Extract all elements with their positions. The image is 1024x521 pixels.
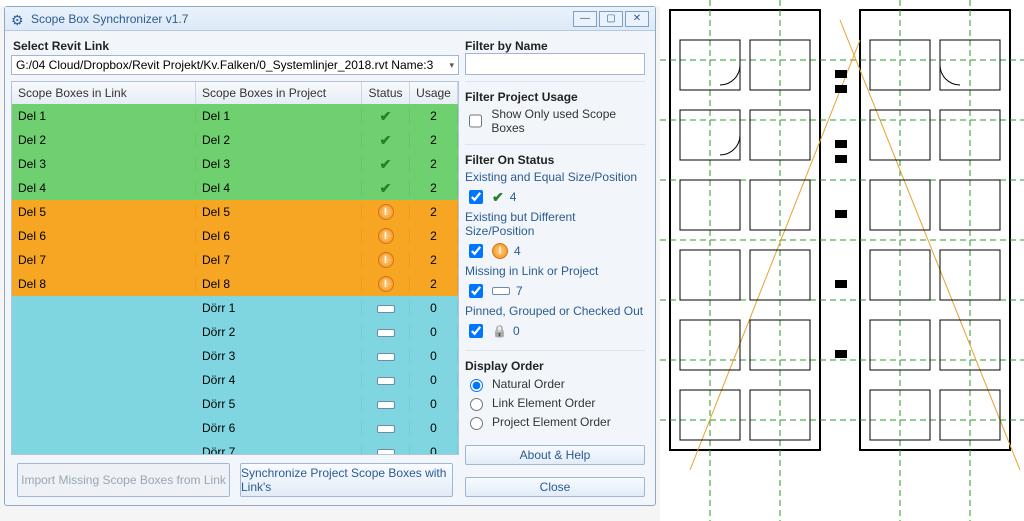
table-row[interactable]: Del 1Del 12 (12, 104, 458, 128)
display-order-label: Display Order (465, 359, 645, 373)
table-row[interactable]: Dörr 40 (12, 368, 458, 392)
missing-icon (492, 287, 510, 295)
existing-diff-label: Existing but Different Size/Position (465, 210, 645, 238)
table-row[interactable]: Del 5Del 52 (12, 200, 458, 224)
about-help-button[interactable]: About & Help (465, 445, 645, 465)
existing-equal-count: 4 (510, 190, 517, 204)
pinned-checkbox[interactable] (469, 324, 483, 338)
maximize-button[interactable]: ▢ (599, 11, 623, 27)
display-order-label-text: Natural Order (492, 377, 565, 391)
display-order-label-text: Project Element Order (492, 415, 611, 429)
table-row[interactable]: Dörr 60 (12, 416, 458, 440)
chevron-down-icon: ▾ (449, 60, 454, 71)
synchronize-button[interactable]: Synchronize Project Scope Boxes with Lin… (240, 463, 453, 497)
table-row[interactable]: Dörr 30 (12, 344, 458, 368)
table-row[interactable]: Dörr 50 (12, 392, 458, 416)
display-order-option[interactable]: Link Element Order (465, 395, 645, 411)
warn-icon (492, 243, 508, 259)
missing-icon (377, 353, 395, 361)
missing-icon (377, 329, 395, 337)
filter-on-status-label: Filter On Status (465, 153, 645, 167)
existing-diff-count: 4 (514, 244, 521, 258)
warn-icon (378, 276, 394, 292)
title-bar[interactable]: ⚙ Scope Box Synchronizer v1.7 — ▢ ✕ (5, 7, 655, 31)
close-window-button[interactable]: ✕ (625, 11, 649, 27)
display-order-label-text: Link Element Order (492, 396, 595, 410)
gear-icon: ⚙ (11, 12, 25, 26)
check-icon (492, 189, 504, 206)
minimize-button[interactable]: — (573, 11, 597, 27)
pinned-count: 0 (513, 324, 520, 338)
revit-link-value: G:/04 Cloud/Dropbox/Revit Projekt/Kv.Fal… (16, 58, 433, 72)
check-icon (380, 108, 392, 125)
col-project[interactable]: Scope Boxes in Project (196, 82, 362, 104)
missing-icon (377, 449, 395, 454)
show-only-used-row[interactable]: Show Only used Scope Boxes (465, 107, 645, 135)
col-link[interactable]: Scope Boxes in Link (12, 82, 196, 104)
select-link-label: Select Revit Link (13, 39, 459, 53)
missing-checkbox[interactable] (469, 284, 483, 298)
missing-icon (377, 305, 395, 313)
warn-icon (378, 228, 394, 244)
table-row[interactable]: Dörr 70 (12, 440, 458, 454)
filter-name-input[interactable] (465, 53, 645, 75)
close-button[interactable]: Close (465, 477, 645, 497)
window-title: Scope Box Synchronizer v1.7 (31, 12, 571, 26)
pinned-label: Pinned, Grouped or Checked Out (465, 304, 645, 318)
col-status[interactable]: Status (362, 82, 410, 104)
display-order-radio[interactable] (470, 417, 483, 430)
table-row[interactable]: Del 7Del 72 (12, 248, 458, 272)
table-row[interactable]: Dörr 20 (12, 320, 458, 344)
existing-diff-checkbox[interactable] (469, 244, 483, 258)
display-order-radio[interactable] (470, 379, 483, 392)
table-row[interactable]: Del 3Del 32 (12, 152, 458, 176)
check-icon (380, 180, 392, 197)
import-missing-button[interactable]: Import Missing Scope Boxes from Link (17, 463, 230, 497)
col-usage[interactable]: Usage (410, 82, 458, 104)
show-only-used-checkbox[interactable] (469, 114, 482, 128)
floor-plan-view[interactable] (660, 0, 1024, 521)
table-row[interactable]: Del 4Del 42 (12, 176, 458, 200)
table-row[interactable]: Del 8Del 82 (12, 272, 458, 296)
filter-by-name-label: Filter by Name (465, 39, 645, 53)
table-header: Scope Boxes in Link Scope Boxes in Proje… (12, 82, 458, 104)
filter-usage-label: Filter Project Usage (465, 90, 645, 104)
missing-label: Missing in Link or Project (465, 264, 645, 278)
table-body[interactable]: Del 1Del 12Del 2Del 22Del 3Del 32Del 4De… (12, 104, 458, 454)
scope-box-synchronizer-dialog: ⚙ Scope Box Synchronizer v1.7 — ▢ ✕ Sele… (4, 6, 656, 506)
missing-icon (377, 401, 395, 409)
missing-icon (377, 377, 395, 385)
scope-box-table: Scope Boxes in Link Scope Boxes in Proje… (11, 81, 459, 455)
table-row[interactable]: Del 6Del 62 (12, 224, 458, 248)
display-order-radio[interactable] (470, 398, 483, 411)
existing-equal-checkbox[interactable] (469, 190, 483, 204)
existing-equal-label: Existing and Equal Size/Position (465, 170, 645, 184)
check-icon (380, 156, 392, 173)
table-row[interactable]: Del 2Del 22 (12, 128, 458, 152)
missing-count: 7 (516, 284, 523, 298)
display-order-option[interactable]: Project Element Order (465, 414, 645, 430)
table-row[interactable]: Dörr 10 (12, 296, 458, 320)
missing-icon (377, 425, 395, 433)
warn-icon (378, 252, 394, 268)
show-only-used-label: Show Only used Scope Boxes (491, 107, 645, 135)
revit-link-combo[interactable]: G:/04 Cloud/Dropbox/Revit Projekt/Kv.Fal… (11, 55, 459, 75)
warn-icon (378, 204, 394, 220)
display-order-option[interactable]: Natural Order (465, 376, 645, 392)
lock-icon (492, 324, 507, 338)
check-icon (380, 132, 392, 149)
